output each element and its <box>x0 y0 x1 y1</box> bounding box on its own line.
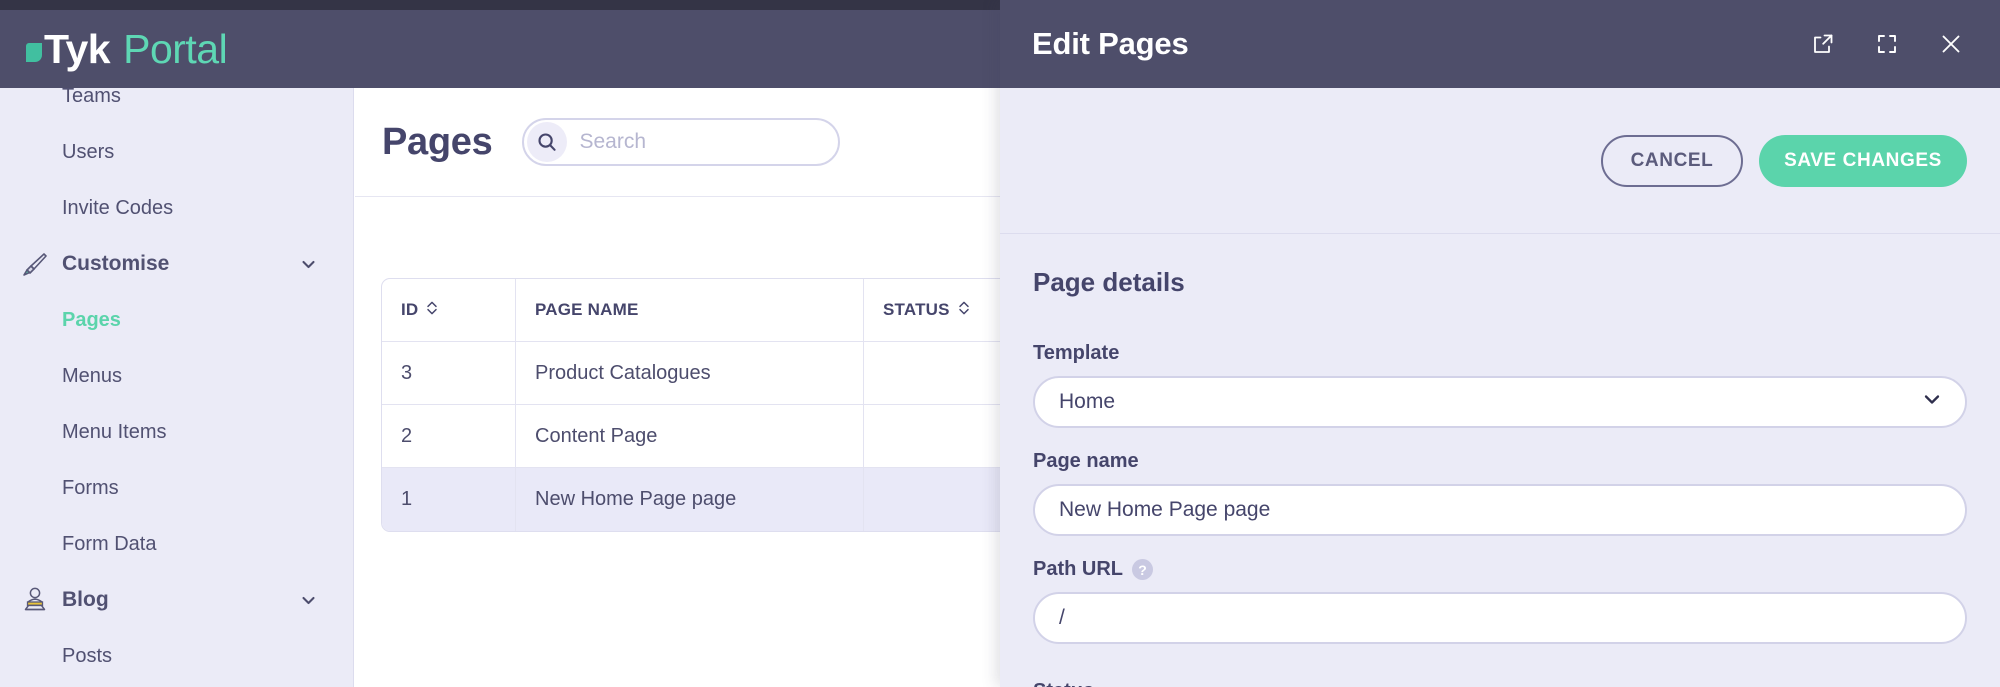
chevron-down-icon[interactable] <box>299 591 317 609</box>
search-icon[interactable] <box>527 122 568 162</box>
sidebar-item-teams[interactable]: Teams <box>0 88 353 124</box>
cell-id: 3 <box>382 342 516 405</box>
close-icon[interactable] <box>1938 31 1964 57</box>
column-header-page-name[interactable]: PAGE NAME <box>516 279 864 342</box>
leaf-icon <box>26 42 42 62</box>
cell-page-name: Product Catalogues <box>516 342 864 405</box>
cell-id: 2 <box>382 405 516 468</box>
sidebar: Teams Users Invite Codes Customise Pages… <box>0 88 354 687</box>
chevron-down-icon[interactable] <box>1921 388 1943 416</box>
field-status: Status <box>1033 680 1967 687</box>
sort-icon[interactable] <box>958 300 970 321</box>
column-label: STATUS <box>883 300 950 319</box>
table-row[interactable]: 1 New Home Page page <box>382 468 1000 531</box>
template-select[interactable]: Home <box>1033 376 1967 428</box>
panel-action-bar: CANCEL SAVE CHANGES <box>1000 88 2000 234</box>
search-box[interactable] <box>522 118 841 166</box>
cell-status <box>864 405 1000 468</box>
field-label: Page name <box>1033 450 1967 473</box>
label-text: Template <box>1033 342 1120 364</box>
page-header: Pages <box>355 88 1000 197</box>
sidebar-group-blog[interactable]: Blog <box>0 572 353 628</box>
app-header: Tyk Portal <box>0 10 1000 88</box>
label-text: Path URL <box>1033 558 1123 580</box>
sidebar-item-label: Customise <box>62 252 170 275</box>
cancel-button[interactable]: CANCEL <box>1601 134 1743 187</box>
sidebar-item-label: Forms <box>62 476 119 499</box>
sidebar-group-customise[interactable]: Customise <box>0 236 353 292</box>
cell-id: 1 <box>382 468 516 531</box>
column-header-id[interactable]: ID <box>382 279 516 342</box>
column-header-status[interactable]: STATUS <box>864 279 1000 342</box>
sidebar-item-label: Teams <box>62 88 121 107</box>
cell-page-name: Content Page <box>516 405 864 468</box>
table-body: 3 Product Catalogues 2 Content Page 1 Ne… <box>382 342 1000 531</box>
field-label: Status <box>1033 680 1967 687</box>
field-label: Template <box>1033 342 1967 365</box>
sidebar-item-menus[interactable]: Menus <box>0 348 353 404</box>
section-title: Page details <box>1033 267 1185 297</box>
table-header-row: ID PAGE NAME STATUS <box>382 279 1000 342</box>
sidebar-item-label: Posts <box>62 644 113 667</box>
fullscreen-icon[interactable] <box>1874 31 1900 57</box>
sidebar-item-label: Users <box>62 140 115 163</box>
column-label: PAGE NAME <box>535 300 639 319</box>
panel-body: Page details Template Home Page name New… <box>1000 234 2000 687</box>
panel-title: Edit Pages <box>1032 26 1189 61</box>
sidebar-item-label: Menu Items <box>62 420 167 443</box>
brand-name-secondary: Portal <box>123 25 228 72</box>
external-link-icon[interactable] <box>1810 31 1836 57</box>
path-url-input[interactable] <box>1059 606 1941 630</box>
search-input[interactable] <box>579 130 810 154</box>
brand-logo[interactable]: Tyk Portal <box>26 25 228 73</box>
main-content: Pages ID <box>355 88 1000 687</box>
page-name-input-wrap[interactable] <box>1033 484 1967 536</box>
table-row[interactable]: 2 Content Page <box>382 405 1000 468</box>
sidebar-item-menu-items[interactable]: Menu Items <box>0 404 353 460</box>
cell-page-name: New Home Page page <box>516 468 864 531</box>
sort-icon[interactable] <box>426 300 438 321</box>
table-header: ID PAGE NAME STATUS <box>382 279 1000 342</box>
pages-table: ID PAGE NAME STATUS 3 Product Catalogues… <box>381 278 1000 532</box>
table-row[interactable]: 3 Product Catalogues <box>382 342 1000 405</box>
edit-pages-panel: Edit Pages CANCEL SAVE CHANGES Page deta… <box>1000 0 2000 687</box>
field-template: Template Home <box>1033 342 1967 428</box>
sidebar-item-forms[interactable]: Forms <box>0 460 353 516</box>
sidebar-item-label: Menus <box>62 364 123 387</box>
page-title: Pages <box>382 120 493 163</box>
sidebar-item-posts[interactable]: Posts <box>0 628 353 684</box>
pages-table-area: ID PAGE NAME STATUS 3 Product Catalogues… <box>355 197 1000 532</box>
brand-name-primary: Tyk <box>44 25 111 72</box>
sidebar-item-label: Invite Codes <box>62 196 174 219</box>
cell-status <box>864 342 1000 405</box>
template-selected-value: Home <box>1059 390 1116 413</box>
page-name-input[interactable] <box>1059 498 1941 522</box>
sidebar-item-label: Pages <box>62 308 121 331</box>
sidebar-item-label: Blog <box>62 588 109 611</box>
paintbrush-icon <box>18 247 52 281</box>
field-path-url: Path URL ? <box>1033 558 1967 644</box>
field-page-name: Page name <box>1033 450 1967 536</box>
sidebar-item-users[interactable]: Users <box>0 124 353 180</box>
sidebar-item-label: Form Data <box>62 532 157 555</box>
panel-header: Edit Pages <box>1000 0 2000 88</box>
sidebar-item-invite-codes[interactable]: Invite Codes <box>0 180 353 236</box>
help-icon[interactable]: ? <box>1132 559 1153 580</box>
chevron-down-icon[interactable] <box>299 255 317 273</box>
field-label: Path URL ? <box>1033 558 1967 581</box>
sidebar-item-form-data[interactable]: Form Data <box>0 516 353 572</box>
label-text: Page name <box>1033 450 1139 472</box>
column-label: ID <box>401 300 419 319</box>
panel-header-actions <box>1810 31 1964 57</box>
blog-desk-icon <box>18 583 52 617</box>
sidebar-item-pages[interactable]: Pages <box>0 292 353 348</box>
label-text: Status <box>1033 680 1094 687</box>
path-url-input-wrap[interactable] <box>1033 592 1967 644</box>
save-changes-button[interactable]: SAVE CHANGES <box>1759 134 1967 187</box>
cell-status <box>864 468 1000 531</box>
